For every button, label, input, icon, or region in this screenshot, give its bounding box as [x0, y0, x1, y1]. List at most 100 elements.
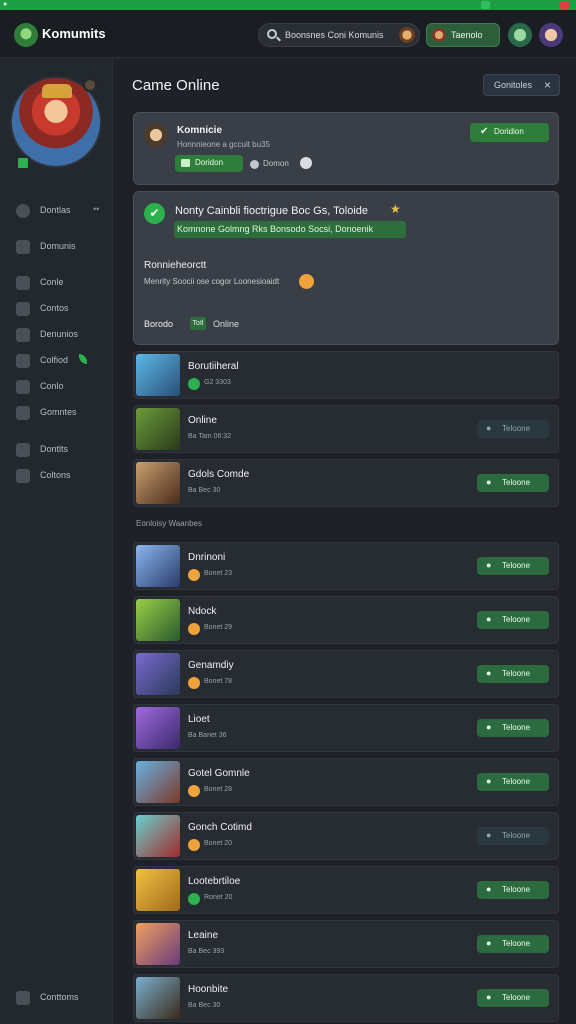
- top-bar: Komumits Boonsnes Coni Komunis Taenolo: [0, 10, 576, 58]
- list-item[interactable]: Gdols Comde Ba Bec 30 ● Teloone: [133, 459, 559, 507]
- list-item[interactable]: Hoonbite Ba Bec 30 ● Teloone: [133, 974, 559, 1022]
- join-button[interactable]: ● Teloone: [477, 665, 549, 683]
- join-button[interactable]: ● Teloone: [477, 474, 549, 492]
- search-input[interactable]: Boonsnes Coni Komunis: [285, 30, 384, 40]
- filter-button[interactable]: Gonitoles ×: [483, 74, 560, 96]
- list-item-meta: Bonet 23: [204, 570, 233, 577]
- puzzle-icon: [16, 240, 30, 254]
- list-item[interactable]: Lioet Ba Banet 36 ● Teloone: [133, 704, 559, 752]
- profile-meta: Domon: [263, 159, 289, 168]
- check-icon: ✔: [480, 126, 489, 137]
- list-item-meta: Ba Bec 393: [188, 948, 225, 955]
- list-icon: [16, 276, 30, 290]
- list-item-name: Dnrinoni: [188, 552, 226, 563]
- list-item[interactable]: Ndock Bonet 29 ● Teloone: [133, 596, 559, 644]
- close-window-button[interactable]: [560, 1, 569, 9]
- status-icon: [188, 893, 200, 905]
- controller-icon: [181, 159, 190, 167]
- emoji-icon: [188, 839, 200, 851]
- join-button-label: Teloone: [502, 723, 531, 732]
- game-tag[interactable]: Doridon: [175, 155, 243, 172]
- list-item[interactable]: Online Ba Tam 06:32 ● Teloone: [133, 405, 559, 453]
- join-button-label: Teloone: [502, 831, 531, 840]
- list-item-name: Online: [188, 415, 217, 426]
- close-icon[interactable]: ×: [544, 78, 551, 92]
- sidebar-item-0[interactable]: Dontlas ••: [0, 200, 113, 222]
- sidebar-item-4[interactable]: Denunios: [0, 324, 113, 346]
- join-button-label: Teloone: [502, 885, 531, 894]
- notification-text: Menrity Soocii ose cogor Loonesioaidt: [144, 277, 280, 286]
- filter-label: Gonitoles: [494, 80, 533, 90]
- sidebar-item-3[interactable]: Contos: [0, 298, 113, 320]
- list-item[interactable]: Dnrinoni Bonet 23 ● Teloone: [133, 542, 559, 590]
- sidebar-item-9[interactable]: Coltons: [0, 465, 113, 487]
- game-thumbnail: [136, 869, 180, 911]
- chart-icon: [16, 354, 30, 368]
- fire-icon: [16, 380, 30, 394]
- list-item-name: Hoonbite: [188, 984, 229, 995]
- profile-pill-button[interactable]: Taenolo: [426, 23, 500, 47]
- list-item-meta: Ba Bec 30: [188, 1002, 221, 1009]
- list-item-meta: Bonet 29: [204, 624, 233, 631]
- list-item[interactable]: Leaine Ba Bec 393 ● Teloone: [133, 920, 559, 968]
- confirm-button[interactable]: ✔ Doridion: [470, 123, 549, 142]
- list-item-name: Gotel Gomnle: [188, 768, 250, 779]
- join-button[interactable]: ● Teloone: [477, 989, 549, 1007]
- sidebar-item-2[interactable]: Conle: [0, 272, 113, 294]
- profile-card: Komnicie Honnnieone a gccuit bu35 Dorido…: [133, 112, 559, 185]
- friend-avatar[interactable]: [508, 23, 532, 47]
- join-button-label: Teloone: [502, 478, 531, 487]
- chat-icon: ●: [486, 938, 492, 948]
- notification-highlight: Komnone Golmng Rks Bonsodo Socsi, Donoen…: [174, 221, 406, 238]
- more-icon[interactable]: ••: [93, 204, 99, 214]
- join-button[interactable]: ● Teloone: [477, 773, 549, 791]
- crown-icon: [42, 84, 72, 98]
- profile-pill-label: Taenolo: [451, 30, 483, 40]
- join-button[interactable]: ● Teloone: [477, 881, 549, 899]
- list-item[interactable]: Lootebrtiloe Ronet 20 ● Teloone: [133, 866, 559, 914]
- minimize-button[interactable]: [481, 1, 490, 9]
- join-button-label: Teloone: [502, 993, 531, 1002]
- join-button-label: Teloone: [502, 615, 531, 624]
- list-item-meta: Bonet 28: [204, 786, 233, 793]
- sidebar-item-5[interactable]: Colfiod: [0, 350, 113, 372]
- join-button[interactable]: ● Teloone: [477, 935, 549, 953]
- emoji-icon: [188, 677, 200, 689]
- chat-icon: ●: [486, 614, 492, 624]
- sidebar-footer-item[interactable]: Conttoms: [0, 987, 113, 1009]
- chat-icon: ●: [486, 992, 492, 1002]
- emoji-icon: [188, 569, 200, 581]
- check-circle-icon: ✔: [144, 203, 165, 224]
- settings-gear-icon[interactable]: [83, 78, 97, 92]
- join-button[interactable]: ● Teloone: [477, 827, 549, 845]
- main-content: Came Online Gonitoles × Komnicie Honnnie…: [114, 58, 576, 1024]
- notification-subtitle: Ronnieheorctt: [144, 260, 207, 271]
- sidebar-item-7[interactable]: Gomntes: [0, 402, 113, 424]
- search-box[interactable]: Boonsnes Coni Komunis: [258, 23, 420, 47]
- join-button[interactable]: ● Teloone: [477, 557, 549, 575]
- title-bar: ●: [0, 0, 576, 10]
- leaf-icon: [79, 354, 87, 364]
- sidebar-item-1[interactable]: Domunis: [0, 236, 113, 258]
- game-thumbnail: [136, 923, 180, 965]
- settings-icon: [16, 991, 30, 1005]
- list-item-name: Gonch Cotimd: [188, 822, 252, 833]
- emoji-icon: [188, 623, 200, 635]
- user-avatar[interactable]: [539, 23, 563, 47]
- sidebar-item-8[interactable]: Dontlts: [0, 439, 113, 461]
- list-item[interactable]: Gotel Gomnle Bonet 28 ● Teloone: [133, 758, 559, 806]
- join-button[interactable]: ● Teloone: [477, 719, 549, 737]
- join-button[interactable]: ● Teloone: [477, 420, 549, 438]
- section-label: Eonloisy Waanbes: [136, 519, 202, 528]
- game-thumbnail: [136, 354, 180, 396]
- join-button[interactable]: ● Teloone: [477, 611, 549, 629]
- game-thumbnail: [136, 707, 180, 749]
- list-item[interactable]: Borutiiheral G2 3303: [133, 351, 559, 399]
- list-item[interactable]: Genamdiy Bonet 78 ● Teloone: [133, 650, 559, 698]
- sidebar-item-6[interactable]: Conlo: [0, 376, 113, 398]
- emoji-icon: [300, 157, 312, 169]
- notification-footer-status: Online: [213, 319, 240, 329]
- list-item-name: Genamdiy: [188, 660, 234, 671]
- list-item[interactable]: Gonch Cotimd Bonet 20 ● Teloone: [133, 812, 559, 860]
- chat-icon: ●: [486, 776, 492, 786]
